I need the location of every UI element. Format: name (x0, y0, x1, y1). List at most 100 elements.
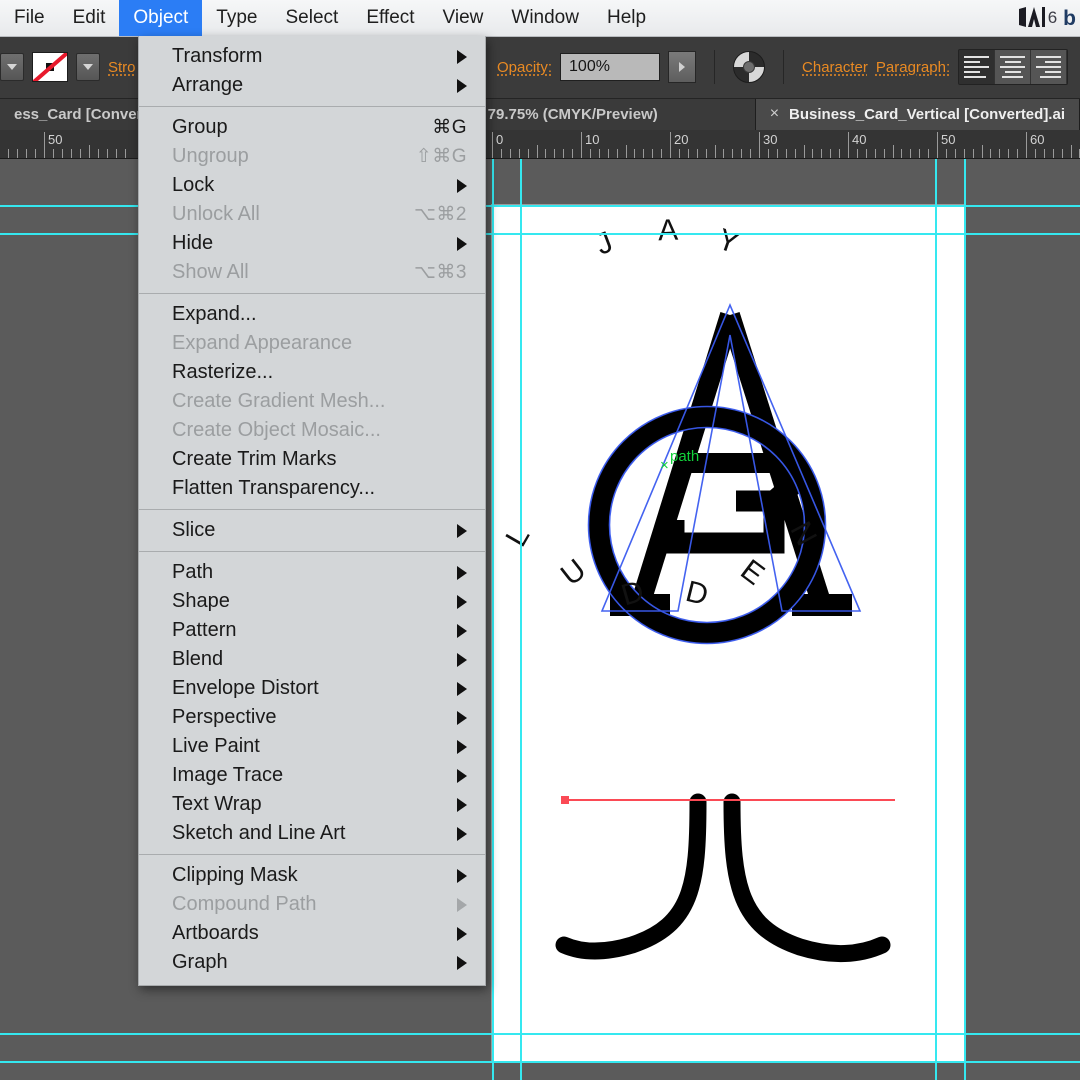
object-dropdown-menu[interactable]: Transform Arrange Group ⌘G Ungroup ⇧⌘G Lock Unl… (138, 36, 486, 986)
align-center-button[interactable] (995, 50, 1032, 84)
ruler-tick (607, 149, 609, 158)
document-tab-title: ess_Card [Conver (14, 105, 143, 123)
divider (714, 50, 716, 84)
menu-item-label: Flatten Transparency... (172, 477, 376, 499)
ruler-tick (625, 145, 627, 158)
ruler-tick (616, 149, 618, 158)
menu-item-label: Clipping Mask (172, 864, 298, 886)
menu-select[interactable]: Select (272, 0, 353, 36)
menu-item-path[interactable]: Path (139, 558, 485, 587)
menu-item-label: Group (172, 116, 228, 138)
menu-item-shape[interactable]: Shape (139, 587, 485, 616)
menu-item-shortcut: ⌥⌘3 (414, 262, 467, 283)
menu-file[interactable]: File (0, 0, 59, 36)
menu-item-lock[interactable]: Lock (139, 171, 485, 200)
menu-type[interactable]: Type (202, 0, 271, 36)
baseline-origin-marker (561, 796, 569, 804)
chevron-down-icon (7, 64, 17, 70)
menu-item-label: Rasterize... (172, 361, 274, 383)
opacity-input[interactable]: 100% (560, 53, 661, 81)
menu-item-label: Path (172, 561, 214, 583)
menu-item-image-trace[interactable]: Image Trace (139, 761, 485, 790)
ai-mark-svg (1018, 7, 1045, 27)
ruler-tick (545, 149, 547, 158)
chevron-right-icon (457, 868, 467, 883)
ruler-tick (812, 149, 814, 158)
menu-item-expand[interactable]: Expand... (139, 300, 485, 329)
menu-item-arrange[interactable]: Arrange (139, 71, 485, 100)
ruler-tick (634, 149, 636, 158)
menu-item-label: Pattern (172, 619, 237, 641)
menu-item-label: Lock (172, 174, 215, 196)
opacity-stepper-button[interactable] (668, 51, 697, 83)
ruler-tick (776, 149, 778, 158)
menu-item-envelope-distort[interactable]: Envelope Distort (139, 674, 485, 703)
menu-item-label: Image Trace (172, 764, 284, 786)
ruler-tick (125, 149, 126, 158)
menu-window[interactable]: Window (497, 0, 593, 36)
selection-path-label: path (670, 448, 700, 465)
ruler-tick (999, 149, 1001, 158)
menu-item-slice[interactable]: Slice (139, 516, 485, 545)
menu-item-label: Live Paint (172, 735, 260, 757)
menu-item-artboards[interactable]: Artboards (139, 919, 485, 948)
menu-bar[interactable]: File Edit Object Type Select Effect View… (0, 0, 1080, 37)
menu-separator (139, 854, 485, 855)
menu-item-transform[interactable]: Transform (139, 42, 485, 71)
artboard[interactable]: J A Y L U D D E N × path (492, 205, 965, 1061)
ruler-tick (1034, 149, 1036, 158)
menu-item-expand-appearance: Expand Appearance (139, 329, 485, 358)
document-tab-2[interactable]: × Business_Card_Vertical [Converted].ai (755, 98, 1080, 130)
menu-effect[interactable]: Effect (352, 0, 428, 36)
stroke-label[interactable]: Stro (108, 59, 136, 76)
menu-item-pattern[interactable]: Pattern (139, 616, 485, 645)
menu-item-graph[interactable]: Graph (139, 948, 485, 977)
ruler-tick (696, 149, 698, 158)
stroke-none-swatch[interactable] (32, 52, 68, 82)
artwork-logo[interactable] (492, 205, 965, 1061)
ruler-tick (598, 149, 600, 158)
menu-bar-status-area: 6 b (1018, 7, 1080, 29)
ruler-tick (945, 149, 947, 158)
chevron-right-icon (457, 710, 467, 725)
menu-separator (139, 551, 485, 552)
opacity-label[interactable]: Opacity: (497, 59, 552, 76)
ruler-tick (572, 149, 574, 158)
menu-view[interactable]: View (429, 0, 498, 36)
close-icon[interactable]: × (770, 105, 779, 123)
menu-edit[interactable]: Edit (59, 0, 120, 36)
menu-item-sketch-and-line-art[interactable]: Sketch and Line Art (139, 819, 485, 848)
align-right-button[interactable] (1031, 50, 1068, 84)
menu-item-blend[interactable]: Blend (139, 645, 485, 674)
bridge-icon[interactable]: b (1063, 8, 1076, 29)
fill-dropdown-button[interactable] (0, 53, 24, 81)
menu-item-create-gradient-mesh: Create Gradient Mesh... (139, 387, 485, 416)
menu-item-group[interactable]: Group ⌘G (139, 113, 485, 142)
stroke-dropdown-button[interactable] (76, 53, 100, 81)
recolor-artwork-icon[interactable] (733, 51, 766, 83)
menu-item-live-paint[interactable]: Live Paint (139, 732, 485, 761)
menu-item-rasterize[interactable]: Rasterize... (139, 358, 485, 387)
menu-item-hide[interactable]: Hide (139, 229, 485, 258)
menu-help[interactable]: Help (593, 0, 660, 36)
paragraph-align-group[interactable] (958, 49, 1069, 85)
ruler-label-20: 20 (674, 132, 689, 147)
ruler-tick (8, 149, 9, 158)
ruler-tick (990, 149, 992, 158)
align-left-button[interactable] (959, 50, 996, 84)
menu-item-label: Artboards (172, 922, 259, 944)
ruler-tick (53, 149, 54, 158)
menu-item-create-trim-marks[interactable]: Create Trim Marks (139, 445, 485, 474)
menu-item-perspective[interactable]: Perspective (139, 703, 485, 732)
ruler-tick (741, 149, 743, 158)
arc-letter-top-1: A (657, 213, 679, 248)
paragraph-label[interactable]: Paragraph: (876, 59, 950, 76)
menu-item-label: Show All (172, 261, 249, 283)
chevron-right-icon (457, 826, 467, 841)
menu-item-text-wrap[interactable]: Text Wrap (139, 790, 485, 819)
menu-item-clipping-mask[interactable]: Clipping Mask (139, 861, 485, 890)
character-label[interactable]: Character (802, 59, 868, 76)
menu-object[interactable]: Object (119, 0, 203, 36)
ruler-tick (26, 149, 27, 158)
menu-item-flatten-transparency[interactable]: Flatten Transparency... (139, 474, 485, 503)
